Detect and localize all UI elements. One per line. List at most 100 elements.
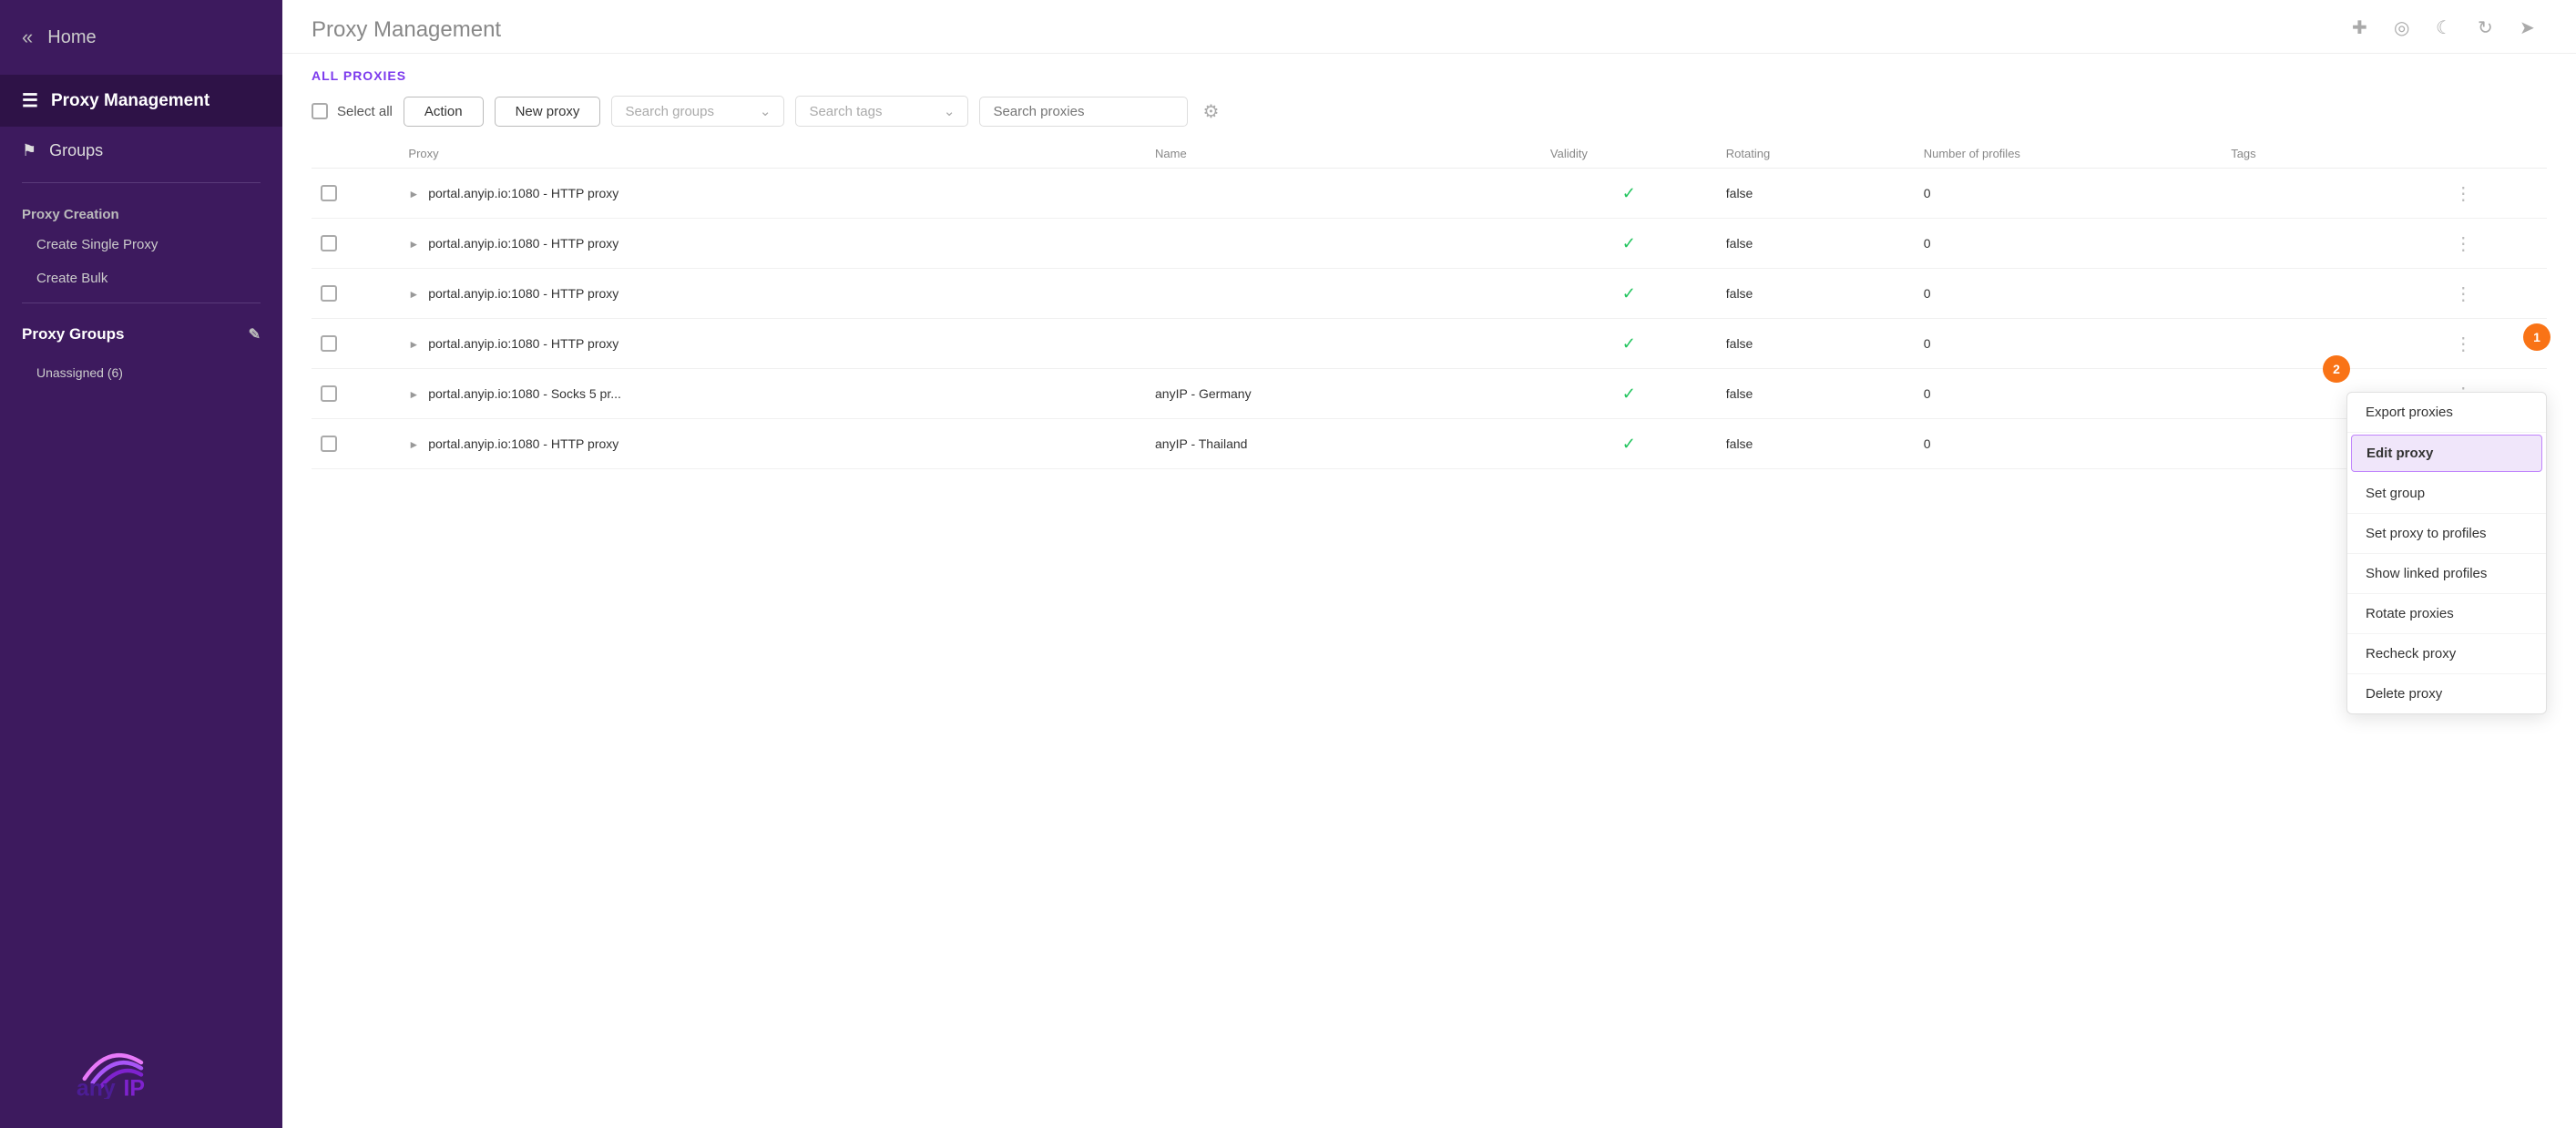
row-expand-icon-3[interactable]: ► [408, 338, 419, 351]
toolbar: Select all Action New proxy Search group… [282, 83, 2576, 139]
row-validity-5: ✓ [1541, 419, 1717, 469]
sidebar-proxy-creation-section: Proxy Creation [0, 190, 282, 228]
table-row: ► portal.anyip.io:1080 - HTTP proxy anyI… [312, 419, 2547, 469]
row-proxy-text-0: portal.anyip.io:1080 - HTTP proxy [428, 186, 618, 200]
row-checkbox-1[interactable] [321, 235, 337, 251]
row-rotating-3: false [1717, 319, 1915, 369]
context-menu-item-5[interactable]: Rotate proxies [2347, 594, 2546, 634]
table-row: ► portal.anyip.io:1080 - HTTP proxy ✓ fa… [312, 269, 2547, 319]
row-expand-icon-4[interactable]: ► [408, 388, 419, 401]
row-name-0 [1146, 169, 1541, 219]
row-menu-btn-0[interactable]: ⋮ [2450, 180, 2476, 206]
badge-1: 1 [2523, 323, 2550, 351]
col-rotating-header: Rotating [1717, 139, 1915, 169]
row-validity-1: ✓ [1541, 219, 1717, 269]
context-menu-item-3[interactable]: Set proxy to profiles [2347, 514, 2546, 554]
search-tags-dropdown[interactable]: Search tags ⌄ [795, 96, 968, 127]
sidebar-item-groups[interactable]: ⚑ Groups [0, 127, 282, 175]
chevron-down-icon: ⌄ [760, 103, 772, 119]
row-tags-0 [2222, 169, 2441, 219]
row-expand-icon-0[interactable]: ► [408, 188, 419, 200]
row-profiles-0: 0 [1915, 169, 2222, 219]
context-menu-item-1[interactable]: Edit proxy [2351, 435, 2542, 472]
search-groups-dropdown[interactable]: Search groups ⌄ [611, 96, 784, 127]
moon-icon[interactable]: ☾ [2436, 16, 2463, 44]
row-menu-btn-2[interactable]: ⋮ [2450, 281, 2476, 306]
row-proxy-text-3: portal.anyip.io:1080 - HTTP proxy [428, 336, 618, 351]
sidebar-proxy-management-label: Proxy Management [51, 91, 210, 111]
col-tags-header: Tags [2222, 139, 2441, 169]
row-name-2 [1146, 269, 1541, 319]
logo-area: any IP [0, 1005, 282, 1128]
select-all-checkbox[interactable] [312, 103, 328, 119]
row-rotating-4: false [1717, 369, 1915, 419]
row-validity-4: ✓ [1541, 369, 1717, 419]
row-checkbox-2[interactable] [321, 285, 337, 302]
context-menu-item-7[interactable]: Delete proxy [2347, 674, 2546, 713]
row-profiles-1: 0 [1915, 219, 2222, 269]
main-header: Proxy Management ✚ ◎ ☾ ↻ ➤ [282, 0, 2576, 54]
row-tags-2 [2222, 269, 2441, 319]
col-profiles-header: Number of profiles [1915, 139, 2222, 169]
target-icon[interactable]: ◎ [2394, 16, 2421, 44]
row-rotating-1: false [1717, 219, 1915, 269]
row-expand-icon-2[interactable]: ► [408, 288, 419, 301]
add-circle-icon[interactable]: ✚ [2352, 16, 2379, 44]
row-rotating-5: false [1717, 419, 1915, 469]
settings-gear-icon[interactable]: ⚙ [1202, 100, 1219, 123]
context-menu-item-2[interactable]: Set group [2347, 474, 2546, 514]
sidebar-home-label: Home [47, 27, 96, 48]
chevron-left-icon: « [22, 26, 33, 49]
row-checkbox-0[interactable] [321, 185, 337, 201]
table-row: ► portal.anyip.io:1080 - HTTP proxy ✓ fa… [312, 169, 2547, 219]
sidebar: « Home ☰ Proxy Management ⚑ Groups Proxy… [0, 0, 282, 1128]
row-expand-icon-1[interactable]: ► [408, 238, 419, 251]
svg-text:IP: IP [123, 1075, 145, 1099]
anyip-logo-svg: any IP [68, 1034, 214, 1099]
proxy-table: Proxy Name Validity Rotating Number of p… [312, 139, 2547, 469]
search-groups-label: Search groups [625, 104, 714, 119]
sidebar-create-single[interactable]: Create Single Proxy [0, 228, 282, 261]
row-profiles-3: 0 [1915, 319, 2222, 369]
col-validity-header: Validity [1541, 139, 1717, 169]
row-name-1 [1146, 219, 1541, 269]
refresh-icon[interactable]: ↻ [2478, 16, 2505, 44]
sidebar-create-bulk[interactable]: Create Bulk [0, 261, 282, 295]
row-checkbox-5[interactable] [321, 436, 337, 452]
main-content: Proxy Management ✚ ◎ ☾ ↻ ➤ ALL PROXIES S… [282, 0, 2576, 1128]
sidebar-item-proxy-management[interactable]: ☰ Proxy Management [0, 75, 282, 127]
sidebar-unassigned[interactable]: Unassigned (6) [0, 358, 282, 387]
sidebar-home-item[interactable]: « Home [0, 0, 282, 75]
row-checkbox-3[interactable] [321, 335, 337, 352]
edit-icon: ✎ [249, 325, 261, 344]
col-action-header [2441, 139, 2547, 169]
list-icon: ☰ [22, 89, 38, 112]
search-proxies-input[interactable] [979, 97, 1188, 127]
table-row: ► portal.anyip.io:1080 - HTTP proxy ✓ fa… [312, 319, 2547, 369]
row-rotating-2: false [1717, 269, 1915, 319]
new-proxy-button[interactable]: New proxy [495, 97, 601, 127]
row-expand-icon-5[interactable]: ► [408, 438, 419, 451]
row-proxy-text-2: portal.anyip.io:1080 - HTTP proxy [428, 286, 618, 301]
bookmark-icon: ⚑ [22, 141, 36, 160]
proxy-table-area: Proxy Name Validity Rotating Number of p… [282, 139, 2576, 1128]
select-all-wrap: Select all [312, 103, 393, 119]
sidebar-proxy-groups-header[interactable]: Proxy Groups ✎ [0, 311, 282, 358]
row-proxy-text-1: portal.anyip.io:1080 - HTTP proxy [428, 236, 618, 251]
page-title: Proxy Management [312, 17, 501, 43]
context-menu-item-0[interactable]: Export proxies [2347, 393, 2546, 433]
svg-text:any: any [77, 1075, 116, 1099]
context-menu: Export proxiesEdit proxySet groupSet pro… [2346, 392, 2547, 714]
header-icons: ✚ ◎ ☾ ↻ ➤ [2352, 16, 2547, 44]
context-menu-item-6[interactable]: Recheck proxy [2347, 634, 2546, 674]
row-menu-btn-1[interactable]: ⋮ [2450, 231, 2476, 256]
row-menu-btn-3[interactable]: ⋮ [2450, 331, 2476, 356]
search-tags-label: Search tags [809, 104, 882, 119]
row-checkbox-4[interactable] [321, 385, 337, 402]
exit-icon[interactable]: ➤ [2520, 16, 2547, 44]
section-label: ALL PROXIES [282, 54, 2576, 83]
context-menu-item-4[interactable]: Show linked profiles [2347, 554, 2546, 594]
action-button[interactable]: Action [404, 97, 484, 127]
row-name-4: anyIP - Germany [1146, 369, 1541, 419]
table-row: ► portal.anyip.io:1080 - Socks 5 pr... a… [312, 369, 2547, 419]
